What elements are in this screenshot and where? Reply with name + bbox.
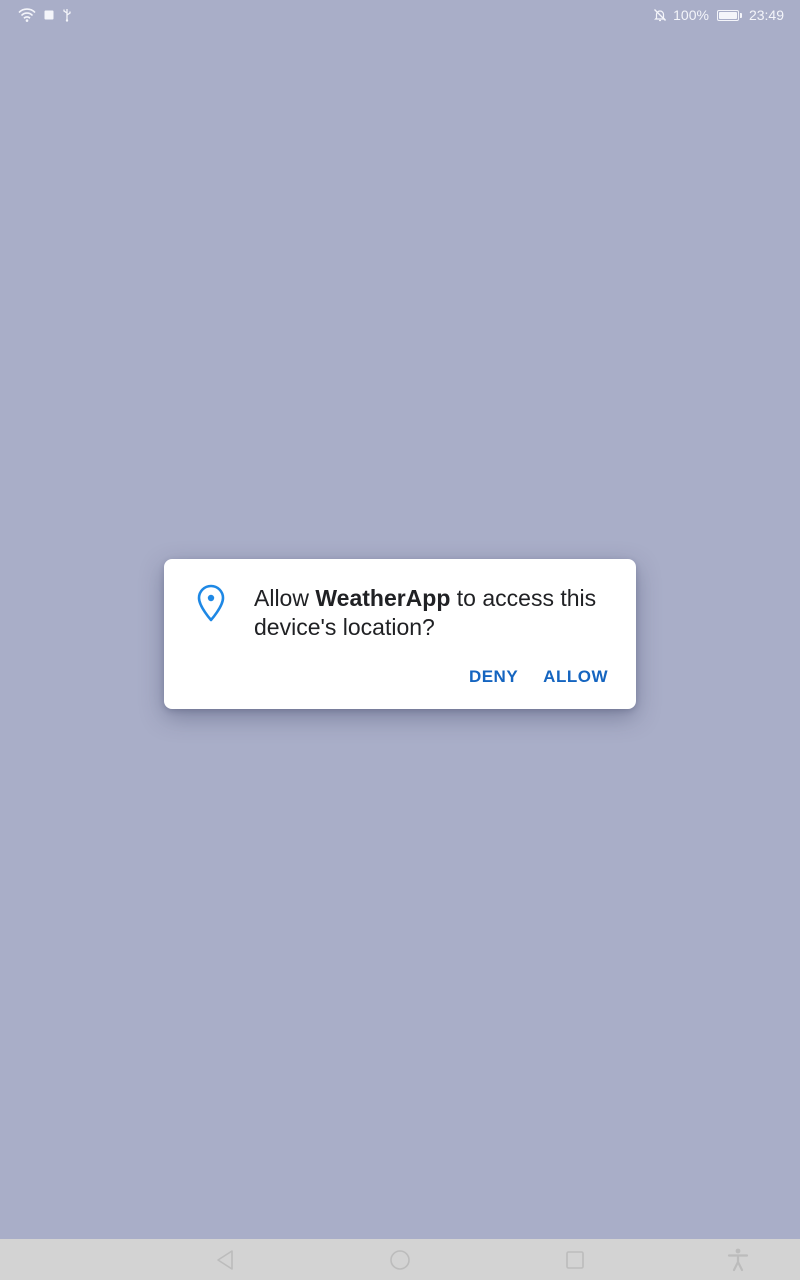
accessibility-icon[interactable] xyxy=(726,1248,750,1272)
status-bar: 100% 23:49 xyxy=(0,0,800,30)
square-notification-icon xyxy=(44,10,54,20)
notifications-off-icon xyxy=(653,8,667,22)
battery-level-fill xyxy=(718,11,737,19)
back-icon[interactable] xyxy=(213,1248,237,1272)
app-name: WeatherApp xyxy=(315,585,451,611)
permission-message: Allow WeatherApp to access this device's… xyxy=(254,584,614,642)
permission-dialog: Allow WeatherApp to access this device's… xyxy=(164,559,636,709)
battery-icon xyxy=(716,9,742,21)
recents-icon[interactable] xyxy=(563,1248,587,1272)
home-icon[interactable] xyxy=(388,1248,412,1272)
clock: 23:49 xyxy=(748,7,784,23)
navigation-bar xyxy=(0,1239,800,1280)
message-prefix: Allow xyxy=(254,585,316,611)
usb-icon xyxy=(62,8,72,22)
location-pin-icon xyxy=(194,584,228,624)
status-bar-right: 100% 23:49 xyxy=(653,7,784,23)
dialog-actions: DENY ALLOW xyxy=(469,667,608,687)
battery-percentage: 100% xyxy=(673,7,709,23)
allow-button[interactable]: ALLOW xyxy=(543,667,608,687)
status-bar-left xyxy=(18,8,72,22)
deny-button[interactable]: DENY xyxy=(469,667,518,687)
wifi-icon xyxy=(18,8,36,22)
